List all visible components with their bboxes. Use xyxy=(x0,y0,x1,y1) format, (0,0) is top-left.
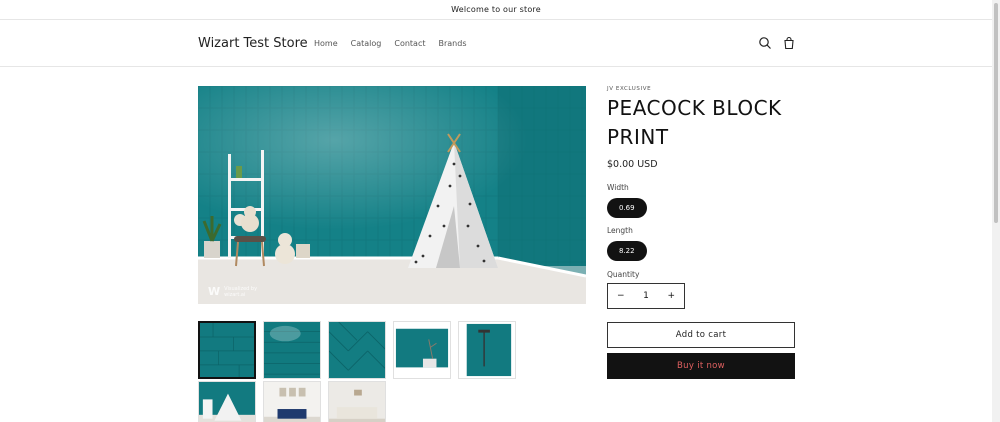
site-header: Wizart Test Store Home Catalog Contact B… xyxy=(0,20,992,67)
product-thumbnail[interactable] xyxy=(198,381,256,422)
width-label: Width xyxy=(607,183,629,192)
announcement-text: Welcome to our store xyxy=(451,5,541,14)
store-logo[interactable]: Wizart Test Store xyxy=(198,36,308,51)
scrollbar-thumb[interactable] xyxy=(994,3,998,223)
product-thumbnail[interactable] xyxy=(198,321,256,379)
search-icon[interactable] xyxy=(758,36,772,50)
product-thumbnail[interactable] xyxy=(393,321,451,379)
quantity-increase-button[interactable]: + xyxy=(667,291,675,301)
product-main-image[interactable]: W Visualized by wizart.ai xyxy=(198,86,586,304)
room-scene-image xyxy=(198,86,586,304)
watermark: W Visualized by wizart.ai xyxy=(208,285,257,298)
page-scrollbar[interactable] xyxy=(992,0,1000,422)
nav-contact[interactable]: Contact xyxy=(394,39,425,48)
main-nav: Home Catalog Contact Brands xyxy=(314,39,466,48)
cart-icon[interactable] xyxy=(782,36,796,50)
product-thumbnail[interactable] xyxy=(328,321,386,379)
product-price: $0.00 USD xyxy=(607,159,658,170)
quantity-input[interactable]: 1 xyxy=(643,291,649,301)
quantity-label: Quantity xyxy=(607,270,640,279)
product-title: PEACOCK BLOCK PRINT xyxy=(607,96,782,149)
quantity-decrease-button[interactable]: − xyxy=(617,291,625,301)
nav-brands[interactable]: Brands xyxy=(438,39,466,48)
announcement-bar: Welcome to our store xyxy=(0,0,992,20)
add-to-cart-button[interactable]: Add to cart xyxy=(607,322,795,348)
length-option-pill[interactable]: 8.22 xyxy=(607,241,647,261)
product-thumbnail[interactable] xyxy=(458,321,516,379)
watermark-line-2: wizart.ai xyxy=(224,291,246,298)
nav-catalog[interactable]: Catalog xyxy=(351,39,382,48)
quantity-stepper: − 1 + xyxy=(607,283,685,309)
product-thumbnail[interactable] xyxy=(263,321,321,379)
product-vendor: JV EXCLUSIVE xyxy=(607,86,652,92)
buy-now-button[interactable]: Buy it now xyxy=(607,353,795,379)
product-thumbnail[interactable] xyxy=(263,381,321,422)
nav-home[interactable]: Home xyxy=(314,39,338,48)
product-thumbnail[interactable] xyxy=(328,381,386,422)
width-option-pill[interactable]: 0.69 xyxy=(607,198,647,218)
watermark-logo: W xyxy=(208,285,221,298)
length-label: Length xyxy=(607,226,633,235)
